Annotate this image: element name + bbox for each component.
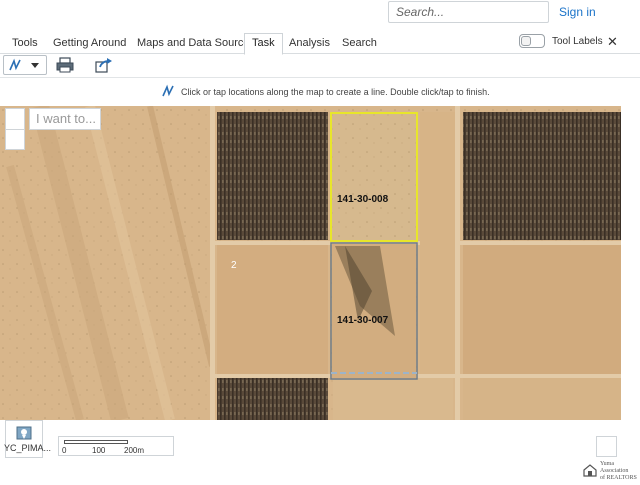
- draw-line-button[interactable]: [3, 55, 47, 75]
- parcel-label[interactable]: 141-30-007: [337, 315, 388, 326]
- tab-search[interactable]: Search: [335, 34, 384, 54]
- share-icon: [95, 58, 112, 73]
- tab-getting-around[interactable]: Getting Around: [46, 34, 133, 54]
- close-icon[interactable]: ✕: [607, 34, 618, 50]
- svg-text:of REALTORS: of REALTORS: [600, 474, 637, 481]
- sign-in-link[interactable]: Sign in: [559, 5, 596, 19]
- print-icon: [56, 57, 74, 73]
- tab-tools[interactable]: Tools: [5, 34, 45, 54]
- realtors-logo-icon: Yuma Association of REALTORS: [583, 461, 637, 481]
- tab-task[interactable]: Task: [244, 33, 283, 55]
- search-input[interactable]: [388, 1, 549, 23]
- section-number: 2: [231, 260, 237, 271]
- parcel-label[interactable]: 141-30-008: [337, 194, 388, 205]
- top-bar: Sign in: [0, 0, 640, 30]
- toggle-knob: [521, 36, 531, 46]
- scale-tick: 0: [62, 446, 67, 455]
- layer-label: YC_PIMA...: [4, 443, 52, 453]
- svg-text:Association: Association: [600, 468, 628, 474]
- scale-tick: 100: [92, 446, 106, 455]
- polyline-icon: [162, 84, 174, 97]
- hint-bar: Click or tap locations along the map to …: [0, 79, 640, 105]
- i-want-to-input[interactable]: I want to...: [29, 108, 101, 130]
- scale-bar-line: [64, 440, 128, 444]
- realtors-logo: Yuma Association of REALTORS: [580, 456, 640, 482]
- tool-labels-toggle[interactable]: [519, 34, 545, 48]
- polyline-icon: [9, 58, 21, 71]
- map-view[interactable]: 141-30-008 141-30-007 2: [0, 106, 621, 420]
- tool-labels-label: Tool Labels: [552, 36, 603, 47]
- scale-tick: 200m: [124, 446, 145, 455]
- chevron-down-icon: [31, 63, 39, 68]
- tab-maps-and-data-sources[interactable]: Maps and Data Sources: [130, 34, 262, 54]
- print-button[interactable]: [55, 55, 75, 75]
- svg-text:Yuma: Yuma: [600, 461, 614, 467]
- aerial-imagery: [0, 106, 621, 420]
- zoom-control[interactable]: [5, 108, 25, 150]
- share-button[interactable]: [94, 55, 114, 75]
- task-toolbar: [0, 55, 640, 78]
- scale-bar: 0 100 200m: [58, 436, 174, 456]
- map-corner-button[interactable]: [596, 436, 617, 457]
- tab-analysis[interactable]: Analysis: [282, 34, 337, 54]
- hint-text: Click or tap locations along the map to …: [181, 87, 490, 97]
- layers-icon: [16, 426, 32, 440]
